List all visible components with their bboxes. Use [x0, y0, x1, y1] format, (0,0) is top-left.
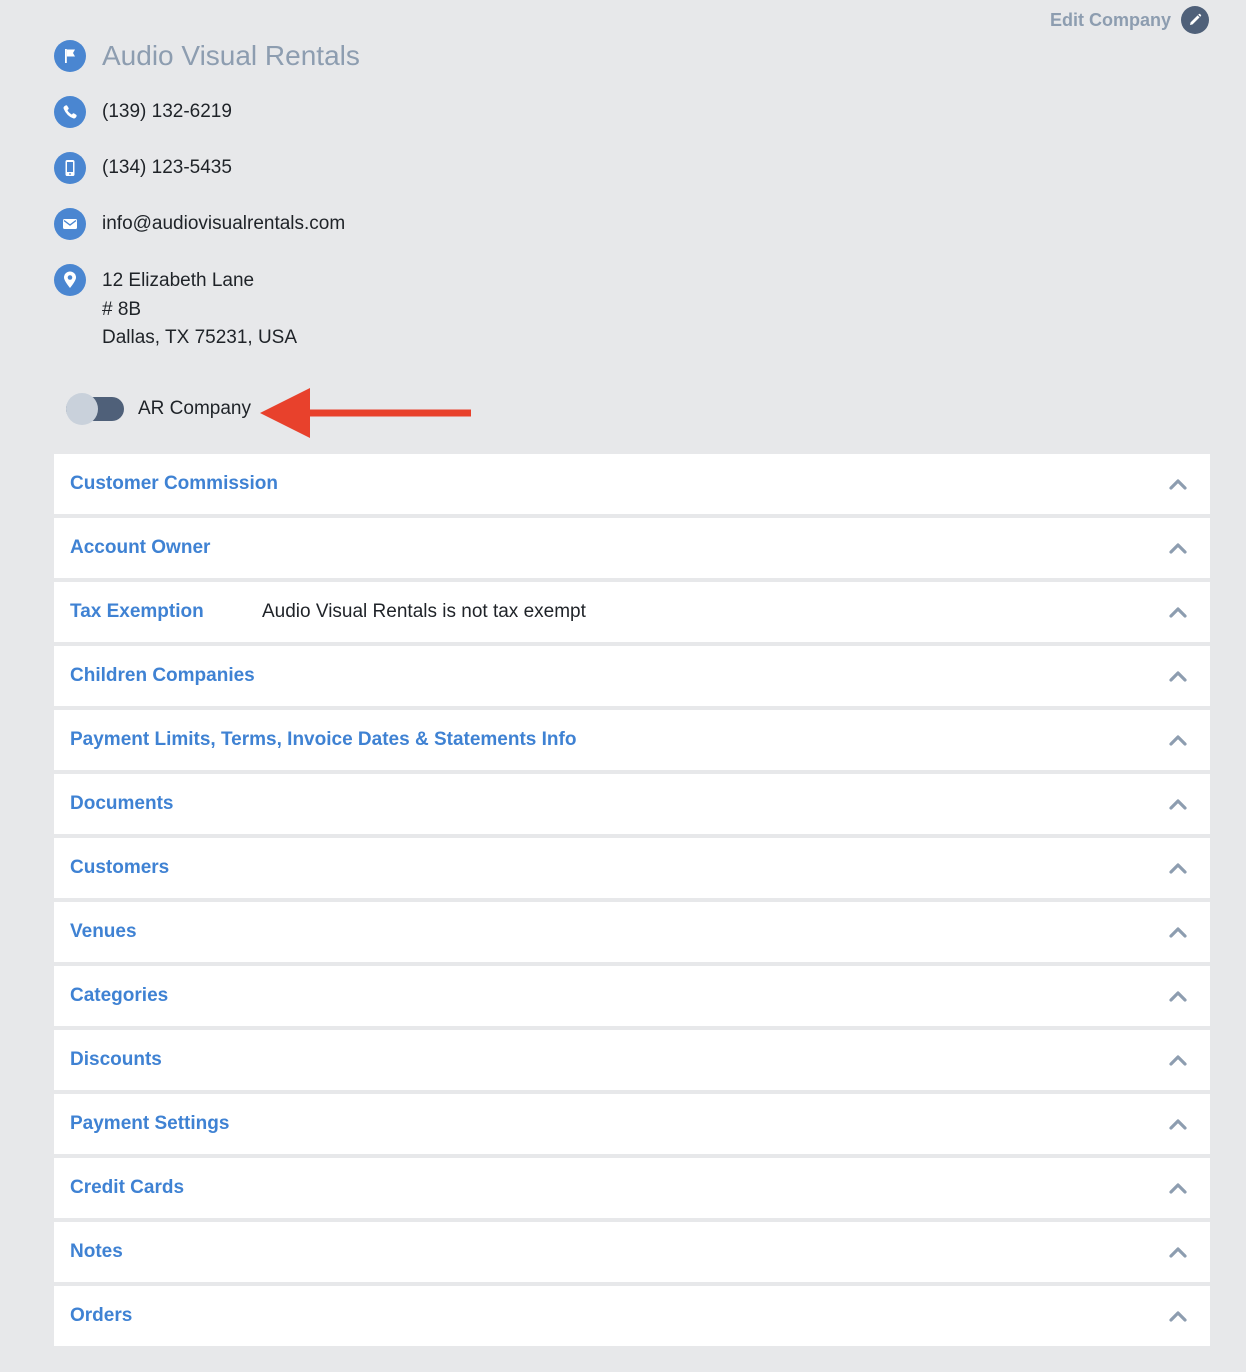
- panel-title: Discounts: [70, 1049, 162, 1070]
- panel-title: Credit Cards: [70, 1177, 185, 1198]
- panel-title: Venues: [70, 921, 137, 942]
- mobile-number: (134) 123-5435: [102, 157, 232, 178]
- panel-title: Orders: [70, 1305, 133, 1326]
- email-address: info@audiovisualrentals.com: [102, 213, 346, 234]
- chevron-up-icon[interactable]: [1168, 669, 1188, 683]
- chevron-up-icon[interactable]: [1168, 797, 1188, 811]
- email-row: info@audiovisualrentals.com: [54, 208, 345, 240]
- pencil-icon: [1181, 6, 1209, 34]
- map-pin-icon: [54, 264, 86, 296]
- panel-customers[interactable]: Customers: [54, 838, 1210, 898]
- phone-icon: [54, 96, 86, 128]
- chevron-up-icon[interactable]: [1168, 1309, 1188, 1323]
- panel-credit-cards[interactable]: Credit Cards: [54, 1158, 1210, 1218]
- panel-title: Customer Commission: [70, 473, 278, 494]
- ar-company-toggle-row: AR Company: [66, 393, 251, 425]
- panel-tax-exemption[interactable]: Tax Exemption Audio Visual Rentals is not…: [54, 582, 1210, 642]
- address-line-2: # 8B: [102, 298, 142, 320]
- accordion-panel-list: Customer Commission Account Owner Tax Exem…: [54, 454, 1210, 1350]
- ar-company-toggle[interactable]: [66, 393, 124, 425]
- panel-venues[interactable]: Venues: [54, 902, 1210, 962]
- mobile-row: (134) 123-5435: [54, 152, 232, 184]
- phone-number: (139) 132-6219: [102, 101, 232, 122]
- chevron-up-icon[interactable]: [1168, 477, 1188, 491]
- panel-customer-commission[interactable]: Customer Commission: [54, 454, 1210, 514]
- panel-title: Children Companies: [70, 665, 255, 686]
- chevron-up-icon[interactable]: [1168, 733, 1188, 747]
- panel-account-owner[interactable]: Account Owner: [54, 518, 1210, 578]
- panel-title: Notes: [70, 1241, 123, 1262]
- panel-title: Documents: [70, 793, 174, 814]
- red-arrow-annotation: [260, 388, 471, 438]
- panel-title: Account Owner: [70, 537, 211, 558]
- chevron-up-icon[interactable]: [1168, 541, 1188, 555]
- panel-title: Customers: [70, 857, 170, 878]
- flag-icon: [54, 40, 86, 72]
- panel-payment-settings[interactable]: Payment Settings: [54, 1094, 1210, 1154]
- chevron-up-icon[interactable]: [1168, 1053, 1188, 1067]
- chevron-up-icon[interactable]: [1168, 989, 1188, 1003]
- chevron-up-icon[interactable]: [1168, 861, 1188, 875]
- edit-company-button[interactable]: Edit Company: [1050, 6, 1209, 34]
- panel-value: Audio Visual Rentals is not tax exempt: [262, 601, 586, 622]
- toggle-knob: [66, 393, 98, 425]
- panel-categories[interactable]: Categories: [54, 966, 1210, 1026]
- address-row: 12 Elizabeth Lane # 8B Dallas, TX 75231,…: [54, 264, 297, 353]
- address-block: 12 Elizabeth Lane # 8B Dallas, TX 75231,…: [102, 264, 297, 353]
- panel-discounts[interactable]: Discounts: [54, 1030, 1210, 1090]
- panel-payment-limits-terms-invoice-dates-statements-info[interactable]: Payment Limits, Terms, Invoice Dates & S…: [54, 710, 1210, 770]
- panel-children-companies[interactable]: Children Companies: [54, 646, 1210, 706]
- ar-company-label: AR Company: [138, 398, 251, 419]
- panel-title: Categories: [70, 985, 169, 1006]
- panel-orders[interactable]: Orders: [54, 1286, 1210, 1346]
- envelope-icon: [54, 208, 86, 240]
- panel-title: Tax Exemption: [70, 601, 204, 622]
- edit-company-label: Edit Company: [1049, 9, 1171, 30]
- address-line-1: 12 Elizabeth Lane: [102, 270, 255, 291]
- phone-row: (139) 132-6219: [54, 96, 232, 128]
- company-name: Audio Visual Rentals: [102, 40, 360, 71]
- company-name-row: Audio Visual Rentals: [54, 40, 360, 72]
- panel-title: Payment Limits, Terms, Invoice Dates & S…: [70, 729, 577, 750]
- panel-notes[interactable]: Notes: [54, 1222, 1210, 1282]
- chevron-up-icon[interactable]: [1168, 605, 1188, 619]
- chevron-up-icon[interactable]: [1168, 925, 1188, 939]
- mobile-phone-icon: [54, 152, 86, 184]
- panel-title: Payment Settings: [70, 1113, 230, 1134]
- address-line-3: Dallas, TX 75231, USA: [102, 327, 298, 348]
- panel-documents[interactable]: Documents: [54, 774, 1210, 834]
- chevron-up-icon[interactable]: [1168, 1117, 1188, 1131]
- chevron-up-icon[interactable]: [1168, 1181, 1188, 1195]
- chevron-up-icon[interactable]: [1168, 1245, 1188, 1259]
